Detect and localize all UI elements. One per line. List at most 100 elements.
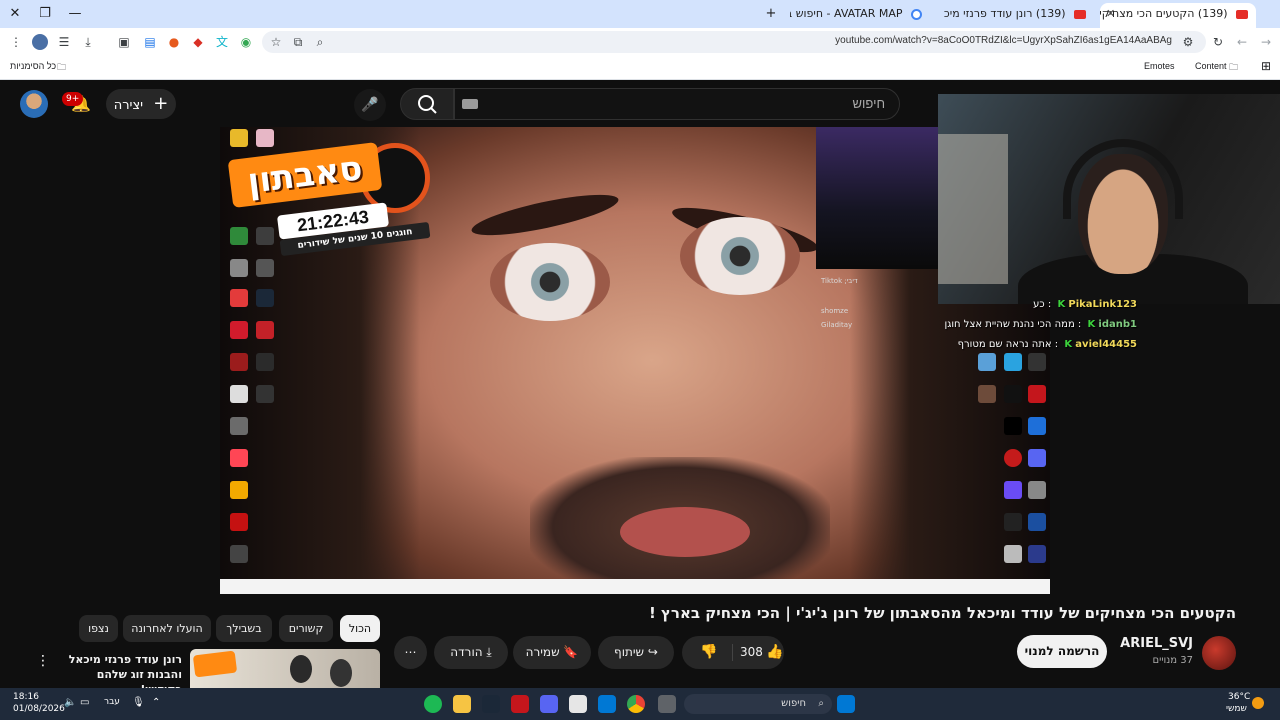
close-window-icon[interactable]: ✕ [4,4,26,24]
spotify-icon[interactable] [424,695,442,713]
weather-temperature[interactable]: 36°C [1228,692,1250,702]
kick-badge-icon: K [1064,339,1073,350]
search-button[interactable] [400,88,454,120]
chip-recently-uploaded[interactable]: הועלו לאחרונה [123,615,211,642]
search-input[interactable]: חיפוש [454,88,900,120]
clock-date[interactable]: 01/08/2026 [13,704,65,714]
reload-icon[interactable]: ↻ [1210,34,1226,50]
tab-ronen-oded[interactable]: (139) רונן עודד פרנזי מיכאל והבו [944,3,1094,28]
share-button[interactable]: שיתוף ↪ [598,636,674,669]
extension-icon[interactable]: ◉ [238,34,254,50]
extensions-icon[interactable]: ▣ [116,34,132,50]
channel-avatar[interactable] [1202,636,1236,670]
site-settings-icon[interactable]: ⚙ [1180,34,1196,50]
discord-icon [1028,449,1046,467]
forward-icon[interactable]: → [1258,34,1274,50]
windows-start-icon[interactable] [837,695,855,713]
discord-icon[interactable] [540,695,558,713]
grid-icon[interactable]: ⊞ [1261,59,1271,73]
audacity-icon [1028,545,1046,563]
sun-icon[interactable] [1252,697,1264,709]
voice-search-icon[interactable]: 🎤 [354,89,386,121]
steam-icon[interactable] [482,695,500,713]
file-explorer-icon[interactable] [453,695,471,713]
mini-chat-line: shomze [821,307,849,315]
chip-related[interactable]: קשורים [279,615,333,642]
plus-icon: + [153,93,169,114]
tab-funniest-moments[interactable]: ✕ (139) הקטעים הכי מצחיקים ש [1100,3,1256,28]
app-icon[interactable] [569,695,587,713]
tab-avatar-map[interactable]: AVATAR MAP - חיפוש ב-Google [790,3,930,28]
chat-message: K aviel44455 : אתה נראה שם מטורף [957,339,1137,350]
video-title: הקטעים הכי מצחיקים של עודד ומיכאל מהסאבת… [648,604,1236,622]
new-tab-button[interactable]: + [760,4,782,24]
chat-message: K idanb1 : ממה הכי נהנת שהיית אצל חוגן [944,319,1137,330]
app-icon [1004,353,1022,371]
app-icon[interactable] [511,695,529,713]
thumbnail-logo [192,650,238,678]
restore-window-icon[interactable]: ❐ [34,4,56,24]
close-tab-icon[interactable]: ✕ [1106,3,1115,25]
chip-all[interactable]: הכול [340,615,380,642]
recommendation-thumbnail[interactable] [190,649,380,689]
profile-icon[interactable] [32,34,48,50]
chip-watched[interactable]: נצפו [79,615,118,642]
kick-badge-icon: K [1087,319,1096,330]
task-view-icon[interactable] [658,695,676,713]
stream-camera-frame [816,127,938,269]
download-icon[interactable]: ⤓ [80,34,96,50]
extension-icon[interactable]: ● [166,34,182,50]
bookmark-content[interactable]: Content [1195,61,1227,71]
weather-condition[interactable]: שמשי [1226,704,1247,714]
language-indicator[interactable]: עבר [104,697,120,707]
subscribe-button[interactable]: הרשמה למנוי [1017,635,1107,668]
more-options-icon[interactable]: ⋮ [36,652,50,670]
volume-icon[interactable]: 🔈 [64,697,76,708]
chrome-icon[interactable] [627,695,645,713]
translate-icon[interactable]: 文 [214,34,230,50]
tab-label: (139) רונן עודד פרנזי מיכאל והבו [944,7,1066,20]
screenshot-icon[interactable]: ⧉ [290,34,306,50]
eye [680,217,800,295]
bookmark-star-icon[interactable]: ☆ [268,34,284,50]
chip-for-you[interactable]: בשבילך [216,615,272,642]
more-actions-icon[interactable]: ⋯ [394,636,427,669]
folder-icon: 🗀 [1229,62,1239,72]
bookmark-icon: 🔖 [563,645,579,659]
all-bookmarks-link[interactable]: כל הסימניות [10,61,56,71]
store-icon[interactable] [598,695,616,713]
download-label: הורדה [450,645,483,659]
download-button[interactable]: הורדה ⤓ [434,636,508,669]
app-icon [1004,481,1022,499]
clock-time[interactable]: 18:16 [13,692,39,702]
avatar[interactable] [20,90,48,118]
chat-text: כע [1033,299,1045,310]
url-text: youtube.com/watch?v=8aCoO0TRdZI&lc=UgyrX… [835,35,1172,46]
keyboard-icon[interactable] [462,99,478,109]
bookmark-emotes[interactable]: Emotes [1144,61,1175,71]
like-count[interactable]: 308 [740,636,763,669]
menu-dots-icon[interactable]: ⋮ [8,34,24,50]
minimize-window-icon[interactable]: — [64,4,86,24]
steam-icon [256,289,274,307]
microphone-icon[interactable]: 🎙 [132,697,145,708]
save-button[interactable]: שמירה 🔖 [513,636,591,669]
chevron-up-icon[interactable]: ⌃ [152,697,160,708]
create-button[interactable]: יצירה + [106,89,176,119]
dislike-icon[interactable]: 👎 [700,636,717,669]
channel-name[interactable]: ARIEL_SVJ [1120,636,1193,651]
address-bar[interactable]: ☆ ⧉ ⌕ youtube.com/watch?v=8aCoO0TRdZI&lc… [262,31,1206,53]
extension-icon[interactable]: ◆ [190,34,206,50]
youtube-favicon-icon [1074,9,1086,19]
back-icon[interactable]: ← [1234,34,1250,50]
video-player[interactable]: Tiktok ;דיבי shomze Giladitay סאבתון 21:… [220,127,1050,594]
capcut-icon [1004,417,1022,435]
extension-icon[interactable]: ▤ [142,34,158,50]
taskbar-search[interactable]: חיפוש ⌕ [684,694,832,714]
headset-icon [1063,139,1183,219]
thumbnail-person [330,659,352,687]
like-icon[interactable]: 👍 [766,636,783,669]
playlist-icon[interactable]: ☰ [56,34,72,50]
zoom-icon[interactable]: ⌕ [312,34,328,50]
network-icon[interactable]: ▭ [80,697,89,708]
